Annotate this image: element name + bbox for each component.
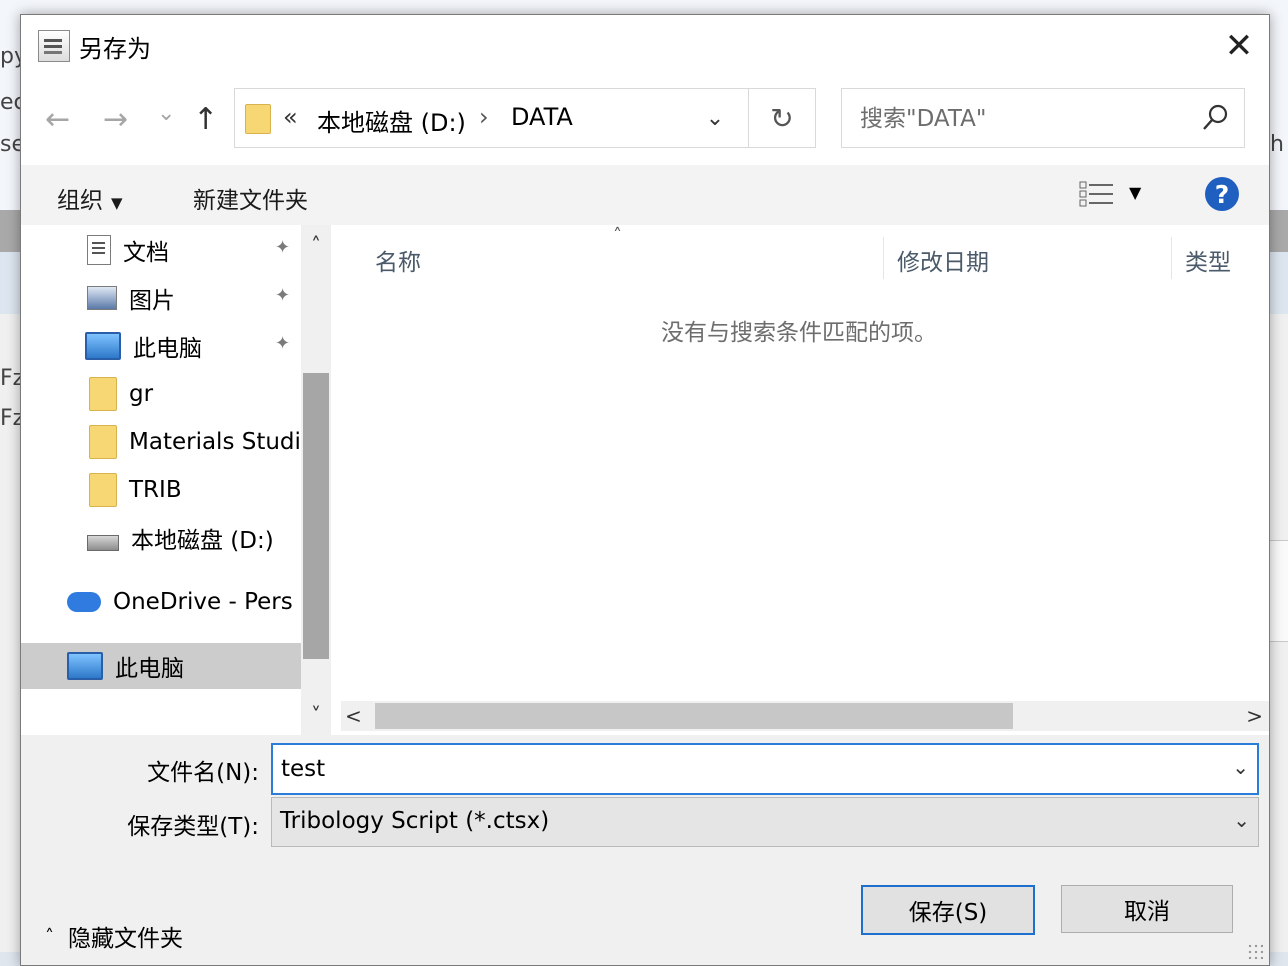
sidebar-item-trib[interactable]: TRIB — [21, 467, 301, 513]
cancel-button[interactable]: 取消 — [1061, 885, 1233, 933]
filename-input[interactable] — [279, 751, 1203, 787]
sort-ascending-icon: ˄ — [613, 225, 622, 246]
file-list-pane: ˄ 名称 修改日期 类型 没有与搜索条件匹配的项。 < > — [341, 225, 1269, 735]
sidebar-item-this-pc[interactable]: 此电脑 — [21, 643, 301, 689]
toolbar: 组织 ▼ 新建文件夹 ▼ ? — [21, 165, 1269, 225]
scroll-right-icon[interactable]: > — [1246, 701, 1263, 731]
organize-button[interactable]: 组织 ▼ — [57, 181, 123, 215]
sidebar-item-onedrive[interactable]: OneDrive - Pers — [21, 579, 301, 625]
navigation-bar: ← → ⌄ ↑ « 本地磁盘 (D:) › DATA ⌄ ↻ — [21, 77, 1269, 165]
scroll-up-icon[interactable]: ˄ — [301, 233, 331, 257]
computer-icon — [67, 652, 103, 680]
column-divider[interactable] — [883, 237, 884, 279]
hide-folders-label: 隐藏文件夹 — [68, 926, 183, 952]
sidebar-item-pictures[interactable]: 图片 ✦ — [21, 275, 301, 321]
sidebar-item-gr[interactable]: gr — [21, 371, 301, 417]
save-button[interactable]: 保存(S) — [861, 885, 1035, 935]
breadcrumb-separator-icon[interactable]: › — [479, 103, 489, 131]
chevron-down-icon[interactable]: ⌄ — [1232, 755, 1249, 779]
folder-icon — [245, 104, 271, 134]
hide-folders-toggle[interactable]: ˄ 隐藏文件夹 — [45, 919, 183, 953]
browser-area: 文档 ✦ 图片 ✦ 此电脑 ✦ gr Materials Studi TRIB … — [21, 225, 1269, 735]
sidebar-item-label: 文档 — [123, 240, 169, 266]
folder-icon — [89, 377, 117, 411]
filetype-label: 保存类型(T): — [127, 814, 259, 840]
sidebar-item-label: 此电脑 — [115, 656, 184, 682]
search-icon[interactable] — [1200, 103, 1230, 133]
sidebar-item-this-pc-quick[interactable]: 此电脑 ✦ — [21, 323, 301, 369]
sidebar-item-label: 图片 — [129, 288, 175, 314]
help-icon[interactable]: ? — [1205, 177, 1239, 211]
chevron-down-icon[interactable]: ⌄ — [697, 100, 733, 136]
pin-icon[interactable]: ✦ — [275, 239, 293, 257]
sidebar-item-label: gr — [129, 381, 154, 407]
sidebar-item-documents[interactable]: 文档 ✦ — [21, 227, 301, 273]
column-header-type[interactable]: 类型 — [1185, 243, 1231, 277]
background-panel — [1268, 540, 1288, 642]
sidebar-item-label: Materials Studi — [129, 429, 301, 455]
sidebar-item-label: 本地磁盘 (D:) — [131, 528, 274, 554]
filename-combobox: ⌄ — [271, 743, 1259, 795]
pin-icon[interactable]: ✦ — [275, 287, 293, 305]
document-icon — [87, 235, 111, 265]
onedrive-icon — [67, 592, 101, 612]
filetype-value: Tribology Script (*.ctsx) — [280, 808, 550, 834]
scrollbar-thumb[interactable] — [303, 373, 329, 659]
column-header-name[interactable]: 名称 — [375, 243, 421, 277]
sidebar-item-local-disk-d[interactable]: 本地磁盘 (D:) — [21, 515, 301, 561]
caret-down-icon: ▼ — [111, 194, 123, 212]
address-bar[interactable]: « 本地磁盘 (D:) › DATA ⌄ — [234, 88, 816, 148]
computer-icon — [85, 332, 121, 360]
close-button[interactable]: ✕ — [1215, 23, 1263, 69]
folder-icon — [89, 425, 117, 459]
caret-down-icon[interactable]: ▼ — [1129, 183, 1141, 202]
refresh-button[interactable]: ↻ — [748, 88, 816, 148]
recent-locations-icon[interactable]: ⌄ — [157, 103, 175, 125]
breadcrumb-segment[interactable]: DATA — [511, 103, 573, 131]
address-overflow-icon[interactable]: « — [283, 103, 298, 131]
navigation-pane: 文档 ✦ 图片 ✦ 此电脑 ✦ gr Materials Studi TRIB … — [21, 225, 301, 735]
folder-icon — [89, 473, 117, 507]
title-bar: 另存为 ✕ — [21, 15, 1269, 77]
scrollbar-thumb[interactable] — [375, 703, 1013, 729]
sidebar-item-label: TRIB — [129, 477, 182, 503]
up-arrow-icon[interactable]: ↑ — [193, 105, 218, 135]
chevron-down-icon[interactable]: ⌄ — [1233, 808, 1250, 832]
chevron-up-icon: ˄ — [45, 925, 54, 947]
back-arrow-icon[interactable]: ← — [45, 105, 70, 135]
filetype-select[interactable]: Tribology Script (*.ctsx) ⌄ — [271, 797, 1259, 847]
sidebar-item-label: OneDrive - Pers — [113, 589, 293, 615]
forward-arrow-icon[interactable]: → — [103, 105, 128, 135]
resize-grip[interactable] — [1247, 943, 1263, 959]
picture-icon — [87, 286, 117, 310]
empty-results-message: 没有与搜索条件匹配的项。 — [661, 320, 937, 346]
search-box — [841, 88, 1245, 148]
save-form: 文件名(N): ⌄ 保存类型(T): Tribology Script (*.c… — [21, 735, 1269, 965]
scroll-left-icon[interactable]: < — [345, 701, 362, 731]
dialog-title: 另存为 — [79, 35, 151, 63]
app-icon — [38, 30, 70, 62]
horizontal-scrollbar[interactable]: < > — [341, 701, 1269, 731]
filename-label: 文件名(N): — [147, 760, 259, 786]
pin-icon[interactable]: ✦ — [275, 335, 293, 353]
search-input[interactable] — [858, 101, 1192, 137]
sidebar-item-label: 此电脑 — [133, 336, 202, 362]
view-options-icon[interactable] — [1079, 181, 1115, 207]
breadcrumb-segment[interactable]: 本地磁盘 (D:) — [317, 103, 466, 138]
background-text-fragment: h — [1270, 132, 1284, 157]
scroll-down-icon[interactable]: ˅ — [301, 703, 331, 727]
column-header-date-modified[interactable]: 修改日期 — [897, 243, 989, 277]
column-divider[interactable] — [1171, 237, 1172, 279]
save-as-dialog: 另存为 ✕ ← → ⌄ ↑ « 本地磁盘 (D:) › DATA ⌄ ↻ 组织 ▼… — [20, 14, 1270, 966]
organize-label: 组织 — [57, 188, 103, 214]
new-folder-button[interactable]: 新建文件夹 — [193, 181, 308, 215]
drive-icon — [87, 535, 119, 551]
navigation-pane-scrollbar[interactable]: ˄ ˅ — [301, 225, 331, 735]
sidebar-item-materials-studio[interactable]: Materials Studi — [21, 419, 301, 465]
